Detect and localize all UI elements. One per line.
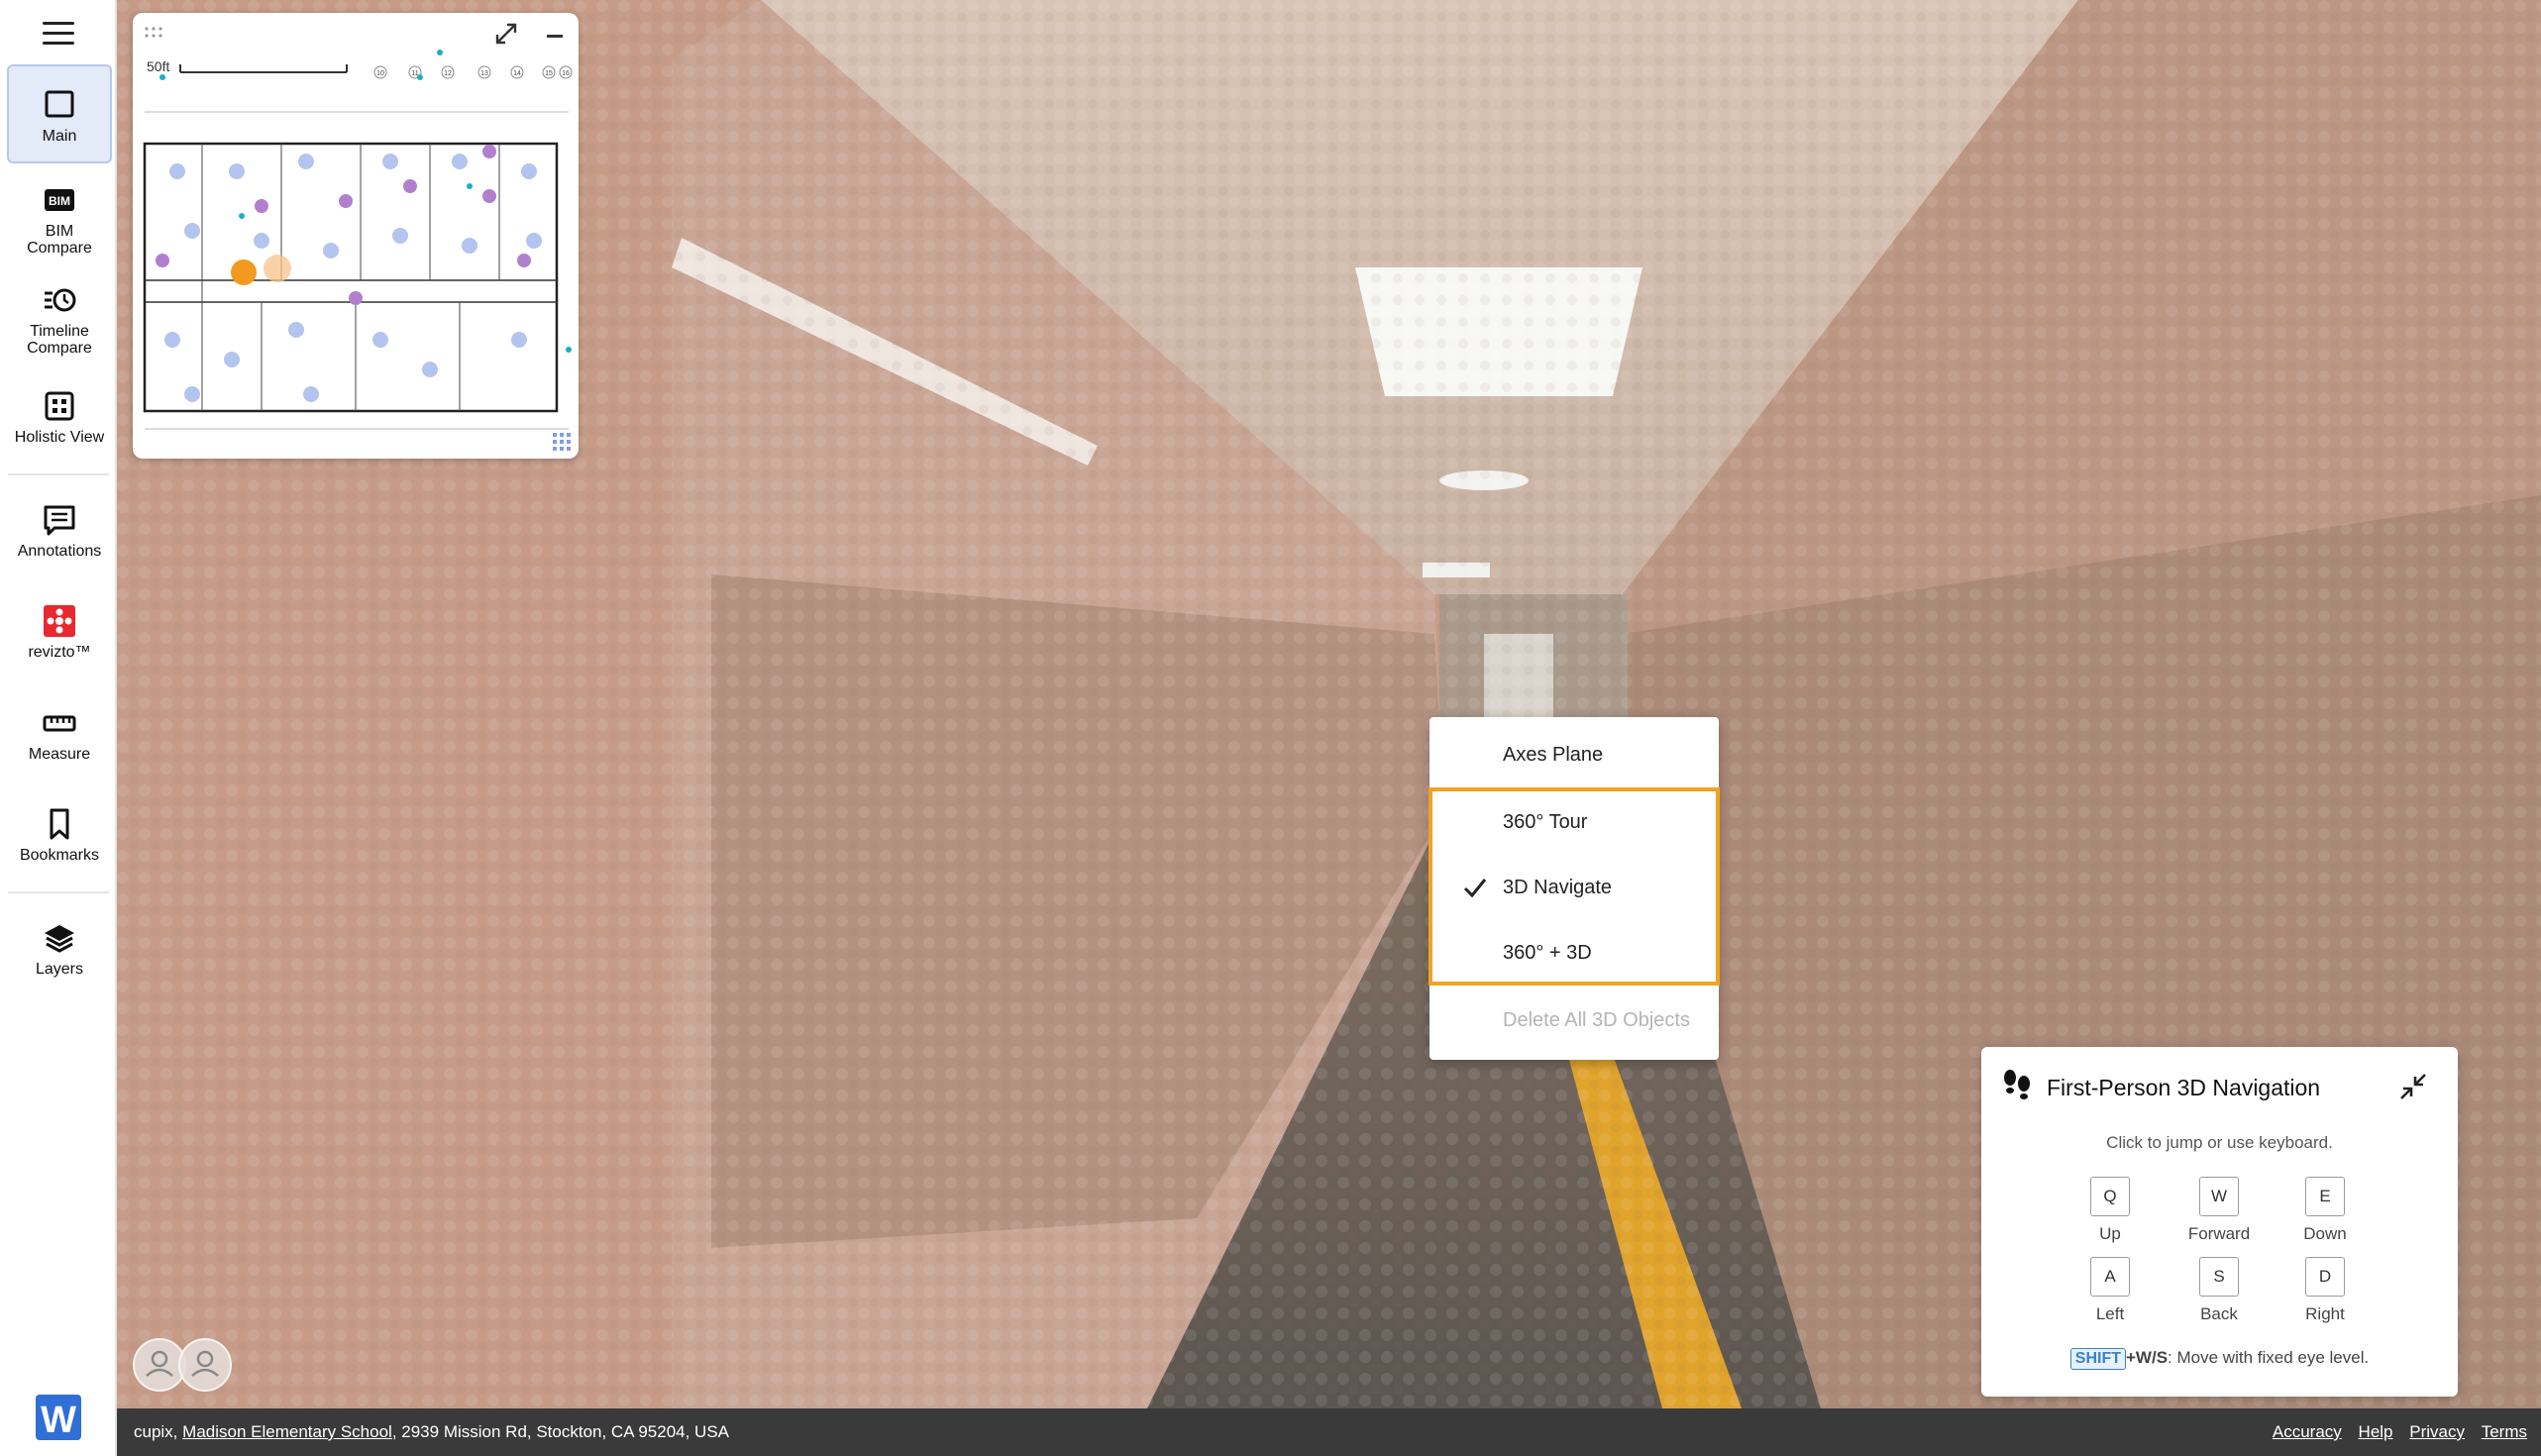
panel-title: First-Person 3D Navigation [2047, 1075, 2321, 1100]
project-address: , 2939 Mission Rd, Stockton, CA 95204, U… [391, 1422, 730, 1441]
menu-item-axes-plane[interactable]: Axes Plane [1429, 722, 1719, 787]
key-cap: A [2090, 1257, 2130, 1297]
minimap[interactable]: 50ft 10 11 12 13 14 15 16 [133, 13, 579, 459]
floor-plan[interactable]: 10 11 12 13 14 15 16 [133, 13, 579, 459]
footer-links: Accuracy Help Privacy Terms [2261, 1408, 2527, 1456]
key-label: Forward [2187, 1224, 2251, 1243]
key-cap: Q [2090, 1177, 2130, 1216]
avatar[interactable] [178, 1338, 232, 1392]
key-s-back[interactable]: S Back [2199, 1257, 2239, 1324]
layers-icon [45, 925, 74, 953]
menu-item-3d-navigate[interactable]: 3D Navigate [1429, 855, 1719, 920]
privacy-link[interactable]: Privacy [2409, 1422, 2465, 1441]
grid-icon [45, 391, 74, 421]
panel-hint: Click to jump or use keyboard. [2106, 1133, 2333, 1152]
key-label: Down [2303, 1224, 2347, 1243]
sidebar-item-label: Measure [28, 746, 91, 763]
menu-item-label: 360° + 3D [1503, 942, 1592, 964]
menu-item-label: Delete All 3D Objects [1503, 1009, 1690, 1031]
sidebar-item-label: Timeline Compare [27, 323, 92, 357]
user-icon [146, 1350, 173, 1377]
square-icon [45, 90, 74, 118]
key-e-down[interactable]: E Down [2303, 1177, 2347, 1244]
sidebar-item-annotations[interactable]: Annotations [7, 503, 112, 560]
menu-item-label: Axes Plane [1503, 744, 1604, 766]
bim-icon: BIM [45, 189, 74, 211]
first-person-navigation-panel: First-Person 3D Navigation Click to jump… [1981, 1047, 2458, 1397]
shift-hint: SHIFT +W/S: Move with fixed eye level. [1981, 1348, 2458, 1370]
shift-hint-text: : Move with fixed eye level. [2168, 1348, 2370, 1367]
sidebar-divider [8, 473, 109, 475]
sidebar-item-holistic-view[interactable]: Holistic View [7, 389, 112, 446]
key-label: Up [2099, 1224, 2121, 1243]
key-q-up[interactable]: Q Up [2090, 1177, 2130, 1244]
key-label: Right [2305, 1304, 2345, 1323]
key-label: Left [2095, 1304, 2125, 1323]
shift-hint-keys: +W/S [2126, 1348, 2169, 1367]
sidebar-item-bim-compare[interactable]: BIM BIM Compare [7, 183, 112, 257]
key-cap: W [2199, 1177, 2239, 1216]
key-a-left[interactable]: A Left [2090, 1257, 2130, 1324]
svg-text:W: W [41, 1400, 76, 1440]
sidebar-item-label: Main [42, 128, 77, 145]
sidebar-item-timeline-compare[interactable]: Timeline Compare [7, 283, 112, 357]
column-label: 15 [545, 70, 553, 77]
footsteps-icon [2004, 1070, 2030, 1099]
bookmark-icon [50, 808, 69, 840]
sidebar-item-label: revizto™ [28, 644, 91, 661]
annotation-icon [44, 505, 75, 536]
sidebar-item-label: BIM Compare [27, 223, 92, 257]
key-w-forward[interactable]: W Forward [2188, 1177, 2250, 1244]
menu-item-label: 3D Navigate [1503, 877, 1613, 898]
app-logo: W [36, 1395, 81, 1440]
ruler-icon [43, 715, 76, 732]
sidebar-divider [8, 891, 109, 893]
collapse-icon[interactable] [2397, 1071, 2429, 1102]
sidebar-item-revizto[interactable]: revizto™ [7, 604, 112, 661]
sidebar-item-bookmarks[interactable]: Bookmarks [7, 807, 112, 864]
column-label: 16 [562, 70, 570, 77]
sidebar-item-label: Holistic View [14, 429, 105, 446]
column-label: 10 [376, 70, 384, 77]
menu-item-label: 360° Tour [1503, 811, 1588, 833]
company-name: cupix, [134, 1422, 178, 1441]
sidebar-item-main[interactable]: Main [7, 64, 112, 163]
key-cap: S [2199, 1257, 2239, 1297]
project-link[interactable]: Madison Elementary School [182, 1422, 392, 1441]
shift-key-badge: SHIFT [2069, 1348, 2126, 1370]
sidebar-item-measure[interactable]: Measure [7, 706, 112, 763]
sidebar: Main BIM BIM Compare Timeline Compare Ho… [0, 0, 117, 1456]
column-label: 14 [513, 70, 521, 77]
sidebar-item-label: Annotations [17, 543, 102, 560]
key-label: Back [2200, 1304, 2238, 1323]
checkmark-icon [1463, 879, 1487, 898]
sidebar-item-label: Layers [35, 961, 84, 978]
hamburger-menu-icon[interactable] [43, 22, 74, 46]
sidebar-item-label: Bookmarks [19, 847, 100, 864]
column-label: 12 [444, 70, 452, 77]
help-link[interactable]: Help [2359, 1422, 2393, 1441]
key-cap: D [2305, 1257, 2345, 1297]
menu-item-delete-all-3d-objects[interactable]: Delete All 3D Objects [1429, 988, 1719, 1053]
sidebar-item-layers[interactable]: Layers [7, 921, 112, 978]
key-cap: E [2305, 1177, 2345, 1216]
menu-item-360-tour[interactable]: 360° Tour [1429, 789, 1719, 855]
key-d-right[interactable]: D Right [2305, 1257, 2345, 1324]
timeline-icon [45, 288, 76, 312]
menu-item-360-plus-3d[interactable]: 360° + 3D [1429, 920, 1719, 986]
terms-link[interactable]: Terms [2482, 1422, 2527, 1441]
accuracy-link[interactable]: Accuracy [2273, 1422, 2342, 1441]
view-mode-menu: Axes Plane 360° Tour 3D Navigate 360° + … [1429, 717, 1720, 1060]
column-label: 13 [480, 70, 488, 77]
user-icon [191, 1350, 219, 1377]
status-bar: cupix, Madison Elementary School, 2939 M… [117, 1408, 2541, 1456]
svg-text:BIM: BIM [49, 194, 70, 208]
project-location: cupix, Madison Elementary School, 2939 M… [134, 1408, 729, 1456]
revizto-icon [44, 605, 75, 637]
